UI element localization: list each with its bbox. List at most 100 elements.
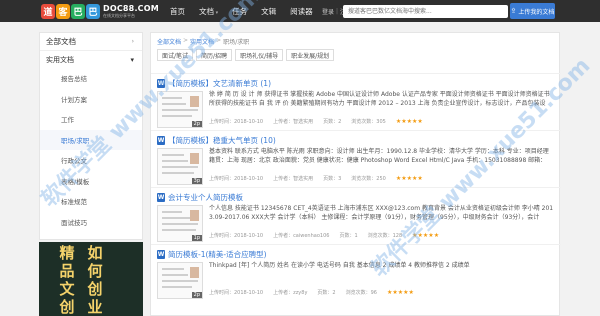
document-meta: 上传时间：2018-10-10 上传者：caiwenhao106 页数：1 浏览… [209,232,439,239]
document-item: W 【简历模板】稳重大气单页 (10) 3p 基本资料 联系方式 电脑水平 陈光… [151,130,561,187]
resume-photo [190,153,199,164]
view-count: 浏览次数：96 [345,290,377,296]
site-logo[interactable]: 道 客 巴 巴 DOC88.COM 在线文档分享平台 [41,2,159,20]
tab-resume[interactable]: 简历/招聘 [196,49,233,61]
upload-date: 上传时间：2018-10-10 [209,290,264,296]
promo-text-right: 如何创业 [87,244,103,316]
star-rating: ★★★★★ [386,289,414,296]
breadcrumb-practical[interactable]: 实用文档 [190,37,214,46]
login-link[interactable]: 登录 [322,7,334,16]
promo-text-left: 精品文创 [59,244,75,316]
upload-date: 上传时间：2018-10-10 [209,119,264,125]
word-doc-icon: W [157,136,165,145]
document-thumbnail[interactable]: 3p [157,148,203,185]
resume-photo [190,267,199,278]
document-title-link[interactable]: W 会计专业个人简历模板 [157,192,243,203]
uploader: 上传者：zzy8y [273,290,308,296]
document-thumbnail[interactable]: 1p [157,205,203,242]
tab-career-planning[interactable]: 职业发展/规划 [286,49,335,61]
logo-char-4: 巴 [86,3,100,19]
sidebar-category-label: 实用文档 [46,55,74,64]
uploader: 上传者：智选实用 [273,119,314,125]
resume-photo [190,210,199,221]
breadcrumb-all[interactable]: 全部文档 [157,37,181,46]
document-title: 【简历模板】文艺清新单页 (1) [168,79,272,88]
page-count: 页数：2 [323,119,342,125]
sidebar-all-docs[interactable]: 全部文档 › [40,33,142,51]
sidebar-title: 全部文档 [46,37,76,46]
page-count: 页数：2 [317,290,336,296]
sidebar-item-work[interactable]: 工作 [40,109,142,130]
sidebar-item-forms[interactable]: 表格/模板 [40,171,142,192]
sidebar-item-plans[interactable]: 计划方案 [40,89,142,110]
auth-separator: | [336,7,339,15]
document-thumbnail[interactable]: 2p [157,91,203,128]
upload-button[interactable]: ⇪ 上传我的文档 [510,3,555,19]
logo-char-2: 客 [56,3,70,19]
uploader: 上传者：caiwenhao106 [273,233,330,239]
nav-documents[interactable]: 文档 [199,6,218,17]
breadcrumb: 全部文档 > 实用文档 > 职场/求职 [157,37,249,46]
tab-etiquette[interactable]: 职场礼仪/辅导 [235,49,284,61]
logo-char-3: 巴 [71,3,85,19]
document-title-link[interactable]: W 【简历模板】文艺清新单页 (1) [157,78,271,89]
document-excerpt: 徐 婷 简 历 设 计 师 获得证书 掌握技能 Adobe 中国认证设计师 Ad… [209,91,550,107]
document-excerpt: 基本资料 联系方式 电脑水平 陈光雨 求职意向：设计师 出生年月：1990.12… [209,148,549,164]
promo-banner[interactable]: 精品文创 如何创业 [39,242,143,316]
thumb-line [162,154,184,156]
upload-date: 上传时间：2018-10-10 [209,176,264,182]
document-title-link[interactable]: W 简历模板-1(精美-适合应聘型) [157,249,267,260]
thumb-line [162,97,182,99]
breadcrumb-current: 职场/求职 [223,39,250,46]
word-doc-icon: W [157,79,165,88]
logo-title: DOC88.COM [103,3,159,13]
document-meta: 上传时间：2018-10-10 上传者：智选实用 页数：2 浏览次数：305 ★… [209,118,423,125]
logo-text: DOC88.COM 在线文档分享平台 [103,3,159,18]
thumb-line [162,109,198,111]
uploader: 上传者：智选实用 [273,176,314,182]
word-doc-icon: W [157,193,165,202]
thumb-line [162,217,190,219]
thumb-line [162,223,198,225]
page-count-badge: 2p [191,121,202,127]
thumb-line [162,103,186,105]
view-count: 浏览次数：250 [351,176,386,182]
nav-reader[interactable]: 阅读器 [290,6,313,17]
sidebar-item-career[interactable]: 职场/求职 [40,129,142,150]
sidebar-category[interactable]: 实用文档 ▾ [40,51,142,68]
page-count: 页数：3 [323,176,342,182]
document-item: W 【简历模板】文艺清新单页 (1) 2p 徐 婷 简 历 设 计 师 获得证书… [151,73,561,130]
sidebar-item-interview[interactable]: 面试技巧 [40,212,142,233]
sidebar-item-official[interactable]: 行政公文 [40,150,142,171]
thumb-line [162,166,198,168]
thumb-line [162,211,182,213]
thumb-line [162,274,188,276]
thumb-line [162,172,194,174]
document-list-panel: 全部文档 > 实用文档 > 职场/求职 面试/笔试 简历/招聘 职场礼仪/辅导 … [150,32,561,316]
nav-home[interactable]: 首页 [170,6,185,17]
breadcrumb-sep: > [183,37,189,44]
document-meta: 上传时间：2018-10-10 上传者：智选实用 页数：3 浏览次数：250 ★… [209,175,423,182]
nav-tasks[interactable]: 任务 [232,6,247,17]
thumb-line [162,286,192,288]
document-title: 简历模板-1(精美-适合应聘型) [168,250,267,259]
subcategory-tabs: 面试/笔试 简历/招聘 职场礼仪/辅导 职业发展/规划 [157,49,337,61]
logo-char-1: 道 [41,3,55,19]
document-thumbnail[interactable]: 2p [157,262,203,299]
document-item: W 会计专业个人简历模板 1p 个人信息 技能证书 12345678 CET_4… [151,187,561,244]
page-count-badge: 3p [191,178,202,184]
document-excerpt: 个人信息 技能证书 12345678 CET_4英语证书 上海市浦东区 XXX@… [209,205,554,221]
document-item: W 简历模板-1(精美-适合应聘型) 2p Thinkpad [年] 个人简历 … [151,244,561,301]
view-count: 浏览次数：305 [351,119,386,125]
main-nav: 首页 文档 任务 文辑 阅读器 [170,0,327,22]
tab-interview[interactable]: 面试/笔试 [157,49,194,61]
document-title-link[interactable]: W 【简历模板】稳重大气单页 (10) [157,135,276,146]
search-input[interactable] [343,5,508,18]
sidebar-item-standards[interactable]: 标准规范 [40,191,142,212]
star-rating: ★★★★★ [395,175,423,182]
sidebar-item-reports[interactable]: 报告总结 [40,68,142,89]
nav-collections[interactable]: 文辑 [261,6,276,17]
view-count: 浏览次数：128 [367,233,403,239]
thumb-line [162,268,184,270]
star-rating: ★★★★★ [395,118,423,125]
